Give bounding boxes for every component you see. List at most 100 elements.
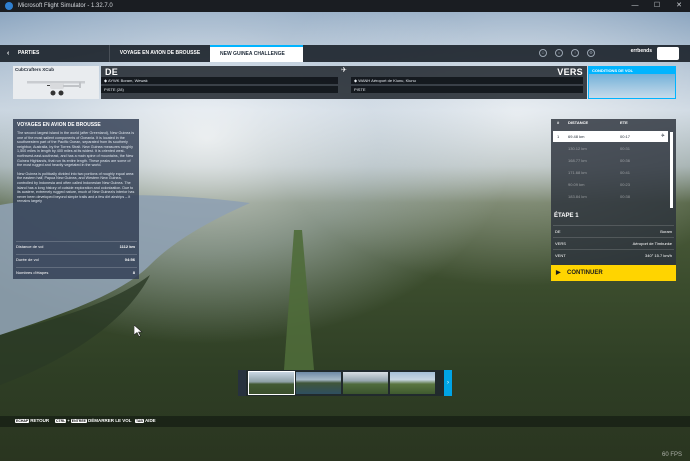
legs-scrollbar[interactable] [670,132,673,208]
settings-icon[interactable]: ⚙ [587,49,595,57]
legs-col-number: # [557,120,560,125]
leg-time: 00:17 [620,134,631,139]
back-tab-parties[interactable]: ‹ PARTIES [0,45,110,62]
trip-description-p2: New Guinea is politically divided into t… [17,171,135,204]
aircraft-image [27,81,85,96]
trip-description: The second largest island in the world (… [17,131,135,204]
distance-value: 1112 km [119,244,135,249]
carousel-prev-button[interactable] [238,370,246,396]
stage-from-key: DE [555,229,561,234]
hint-help[interactable]: TAB AIDE [135,418,156,423]
screenshot-carousel: › [238,370,452,396]
leg-row-1[interactable]: 1 69.48 km 00:17 ✈ [553,131,668,142]
stage-from-value: Boram [660,229,672,234]
departure-runway-field[interactable]: PISTE (28) [101,86,338,93]
hint-start-flight[interactable]: CTRL + ENTRÉE DÉMARRER LE VOL [55,418,132,423]
leg-row-5[interactable]: 90.09 km 00:23 [553,179,668,190]
leg-distance: 168.77 km [568,158,587,163]
tab-new-guinea-challenge[interactable]: NEW GUINEA CHALLENGE [210,45,303,62]
enter-key: ENTRÉE [70,419,87,423]
distance-label: Distance de vol [16,244,44,249]
minimize-button[interactable]: — [624,0,646,12]
flight-conditions-button[interactable]: CONDITIONS DE VOL [588,66,676,99]
from-label: DE [105,67,119,77]
stages-label: Nombres d'étapes [16,270,49,275]
departure-airport-field[interactable]: ◆ AYWK Boram, Wewak [101,77,338,84]
stage-to-key: VERS [555,241,566,246]
window-title-bar: Microsoft Flight Simulator - 1.32.7.0 — … [0,0,690,12]
trip-title: VOYAGES EN AVION DE BROUSSE [17,122,101,128]
departure-airport: AYWK Boram, Wewak [107,78,148,83]
leg-distance: 69.48 km [568,134,585,139]
close-button[interactable]: ✕ [668,0,690,12]
tab-bush-trip[interactable]: VOYAGE EN AVION DE BROUSSE [110,45,210,62]
leg-row-2[interactable]: 130.12 km 00:31 [553,143,668,154]
carousel-thumbnail[interactable] [390,372,435,394]
airplane-icon: ✈ [660,133,665,139]
trip-stages-row: Nombres d'étapes 8 [16,267,137,277]
leg-time: 00:38 [620,194,631,199]
leg-time: 00:31 [620,146,631,151]
continue-label: CONTINUER [567,270,603,276]
back-tab-label: PARTIES [18,50,40,56]
leg-row-6[interactable]: 183.84 km 00:38 [553,191,668,202]
stage-wind-value: 340° 15.7 km/h [645,253,672,258]
stage-wind-row: VENT 340° 15.7 km/h [553,249,674,260]
legs-col-distance: DISTANCE [568,120,589,125]
user-name[interactable]: errbends [631,48,652,54]
leg-distance: 183.84 km [568,194,587,199]
window-title: Microsoft Flight Simulator - 1.32.7.0 [18,3,113,9]
hint-start-label: DÉMARRER LE VOL [88,418,132,423]
hint-back[interactable]: ECHAP RETOUR [15,418,49,423]
marketplace-icon[interactable]: ⌂ [555,49,563,57]
trip-info-panel: VOYAGES EN AVION DE BROUSSE The second l… [13,119,139,279]
cursor-icon [134,325,143,337]
leg-time: 00:23 [620,182,631,187]
leg-time: 00:41 [620,170,631,175]
aircraft-name: CubCrafters XCub [15,67,55,72]
carousel-next-button[interactable]: › [444,370,452,396]
trip-description-p1: The second largest island in the world (… [17,131,135,168]
app-icon [5,2,13,10]
grass-airstrip [284,230,314,370]
leg-time: 00:36 [620,158,631,163]
carousel-thumbnail[interactable] [296,372,341,394]
trip-duration-row: Durée de vol 04:56 [16,254,137,264]
continue-button[interactable]: ▶ CONTINUER [551,265,676,281]
conditions-label: CONDITIONS DE VOL [589,67,675,74]
leg-row-4[interactable]: 171.68 km 00:41 [553,167,668,178]
arrival-airport: WANH Aéroport de Kiunu, Kiunu [358,78,416,83]
friends-icon[interactable]: ☺ [539,49,547,57]
leg-distance: 90.09 km [568,182,585,187]
arrival-airport-field[interactable]: ◆ WANH Aéroport de Kiunu, Kiunu [351,77,583,84]
maximize-button[interactable]: ☐ [646,0,668,12]
play-icon: ▶ [556,270,561,276]
leg-number: 1 [557,134,560,139]
fps-counter: 60 FPS [661,452,682,458]
to-label: VERS [557,67,583,77]
esc-key: ECHAP [15,419,30,423]
hint-help-label: AIDE [144,418,156,423]
leg-distance: 171.68 km [568,170,587,175]
chevron-left-icon: ‹ [7,50,10,57]
ctrl-key: CTRL [55,419,67,423]
hint-back-label: RETOUR [30,418,50,423]
stage-from-row: DE Boram [553,225,674,236]
airplane-icon: ✈ [341,67,347,74]
carousel-thumbnail[interactable] [343,372,388,394]
stage-to-row: VERS Aéroport de Timbunke [553,237,674,248]
stage-wind-key: VENT [555,253,566,258]
carousel-thumbnail[interactable] [248,371,295,395]
tab-key: TAB [135,419,144,423]
aircraft-selector[interactable]: CubCrafters XCub [13,66,99,99]
legs-col-time: ETE [620,120,628,125]
stage-title: ÉTAPE 1 [554,213,579,219]
avatar[interactable] [657,47,679,60]
leg-row-3[interactable]: 168.77 km 00:36 [553,155,668,166]
duration-value: 04:56 [124,257,135,262]
stage-to-value: Aéroport de Timbunke [632,241,672,246]
leg-distance: 130.12 km [568,146,587,151]
duration-label: Durée de vol [16,257,39,262]
arrival-runway-field[interactable]: PISTE [351,86,583,93]
notifications-icon[interactable]: ! [571,49,579,57]
